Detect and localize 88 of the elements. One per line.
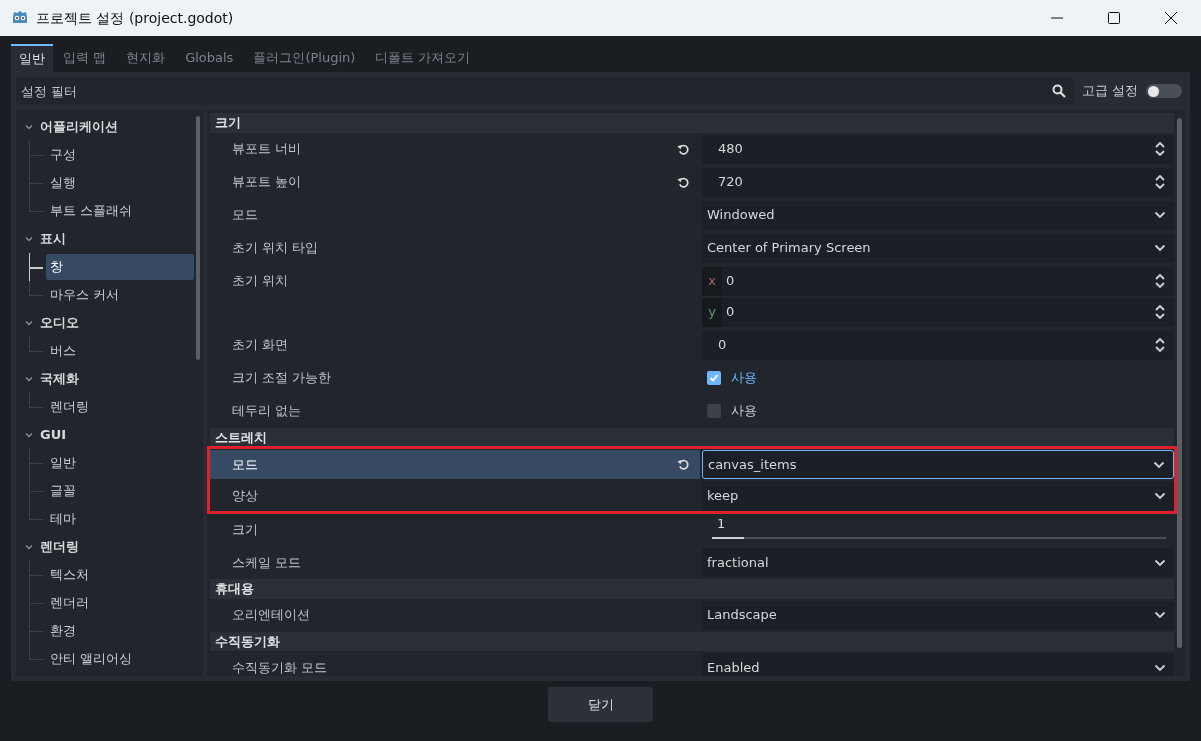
property-label[interactable]: 오리엔테이션	[210, 600, 700, 630]
tree-group-label[interactable]: 오디오	[40, 313, 79, 333]
spinner-arrows-icon	[1154, 337, 1166, 353]
axis-label: y	[702, 297, 722, 327]
section-header: 수직동기화	[210, 631, 1174, 651]
property-label[interactable]: 테두리 없는	[210, 396, 700, 426]
tree-group-label[interactable]: 표시	[40, 229, 66, 249]
property-label[interactable]: 수직동기화 모드	[210, 653, 700, 676]
spinner-arrows-icon	[1154, 304, 1166, 320]
tree-item[interactable]: 환경	[46, 618, 194, 644]
number-field[interactable]: 720	[702, 167, 1174, 197]
tab[interactable]: 현지화	[116, 44, 176, 72]
property-label[interactable]: 뷰포트 너비	[210, 134, 700, 164]
tree-item[interactable]: 렌더링	[46, 394, 194, 420]
section-header: 휴대용	[210, 579, 1174, 599]
number-field[interactable]: 480	[702, 134, 1174, 164]
property-label[interactable]: 스케일 모드	[210, 548, 700, 577]
property-label[interactable]: 크기	[210, 515, 700, 544]
tab[interactable]: 입력 맵	[53, 44, 117, 72]
tree-item[interactable]: 렌더러	[46, 590, 194, 616]
tree-item[interactable]: 텍스처	[46, 562, 194, 588]
checkbox[interactable]	[707, 371, 721, 385]
chevron-down-icon	[1153, 460, 1165, 469]
field-value: 0	[725, 272, 736, 291]
chevron-down-icon	[1154, 558, 1166, 567]
tree-item[interactable]: 일반	[46, 450, 194, 476]
tree-item[interactable]: 창	[46, 254, 194, 280]
dropdown[interactable]: Enabled	[702, 653, 1174, 676]
number-field[interactable]: y 0	[702, 297, 1174, 327]
tree-group-label[interactable]: 렌더링	[40, 537, 79, 557]
tab[interactable]: Globals	[175, 44, 244, 72]
spinner-arrows-icon	[1154, 141, 1166, 157]
close-dialog-button[interactable]: 닫기	[548, 687, 653, 722]
advanced-toggle[interactable]	[1146, 84, 1182, 98]
tab[interactable]: 플러그인(Plugin)	[243, 44, 366, 72]
tree-item[interactable]: 실행	[46, 170, 194, 196]
close-icon	[1164, 12, 1177, 24]
axis-label: x	[702, 266, 722, 296]
tree-item[interactable]: 버스	[46, 338, 194, 364]
window-title: 프로젝트 설정 (project.godot)	[36, 8, 234, 28]
property-label[interactable]: 초기 화면	[210, 330, 700, 360]
chevron-down-icon	[1154, 244, 1166, 252]
maximize-icon	[1107, 12, 1120, 24]
tree-item[interactable]: 글꼴	[46, 478, 194, 504]
tree-item[interactable]: 마우스 커서	[46, 282, 194, 308]
tab[interactable]: 일반	[11, 44, 53, 72]
selected-property-label[interactable]: 모드	[210, 450, 700, 479]
property-label[interactable]: 뷰포트 높이	[210, 167, 700, 197]
filter-field[interactable]: 설정 필터	[16, 77, 1074, 105]
property-label[interactable]: 양상	[210, 481, 700, 510]
dropdown[interactable]: Landscape	[702, 600, 1174, 630]
chevron-down-icon	[1154, 211, 1166, 219]
checkbox[interactable]	[707, 404, 721, 418]
field-value: 0	[725, 303, 736, 322]
tree-group-label[interactable]: GUI	[40, 425, 67, 445]
check-icon	[709, 373, 719, 383]
dropdown[interactable]: Center of Primary Screen	[702, 233, 1174, 263]
dropdown[interactable]: keep	[702, 481, 1174, 510]
section-header: 스트레치	[210, 427, 1174, 447]
chevron-down-icon	[1154, 491, 1166, 500]
chevron-down-icon	[1154, 663, 1166, 672]
property-label[interactable]: 크기 조절 가능한	[210, 363, 700, 393]
advanced-settings-label: 고급 설정	[1081, 82, 1138, 101]
dropdown[interactable]: Windowed	[702, 200, 1174, 230]
spinner-arrows-icon	[1154, 174, 1166, 190]
checkbox-label: 사용	[731, 369, 757, 388]
tab[interactable]: 디폴트 가져오기	[365, 44, 481, 72]
spinner-arrows-icon	[1154, 273, 1166, 289]
number-field[interactable]: 0	[702, 330, 1174, 360]
tree-group-label[interactable]: 어플리케이션	[40, 117, 118, 137]
scrollbar[interactable]	[196, 116, 200, 360]
search-icon	[1051, 84, 1066, 98]
property-label[interactable]: 초기 위치	[210, 266, 700, 296]
tree-item[interactable]: 부트 스플래쉬	[46, 198, 194, 224]
tree-item[interactable]: 안티 앨리어싱	[46, 646, 194, 672]
slider-value: 1	[716, 515, 726, 533]
tree-group-label[interactable]: 국제화	[40, 369, 79, 389]
property-label[interactable]: 초기 위치 타입	[210, 233, 700, 263]
property-label[interactable]: 모드	[210, 200, 700, 230]
chevron-down-icon	[1154, 611, 1166, 619]
dropdown[interactable]: canvas_items	[702, 450, 1174, 479]
tree-item[interactable]: 구성	[46, 142, 194, 168]
number-field[interactable]: x 0	[702, 266, 1174, 296]
section-header: 크기	[210, 113, 1174, 133]
checkbox-label: 사용	[731, 402, 757, 421]
scrollbar[interactable]	[1177, 118, 1182, 648]
dropdown[interactable]: fractional	[702, 548, 1174, 577]
tree-item[interactable]: 테마	[46, 506, 194, 532]
